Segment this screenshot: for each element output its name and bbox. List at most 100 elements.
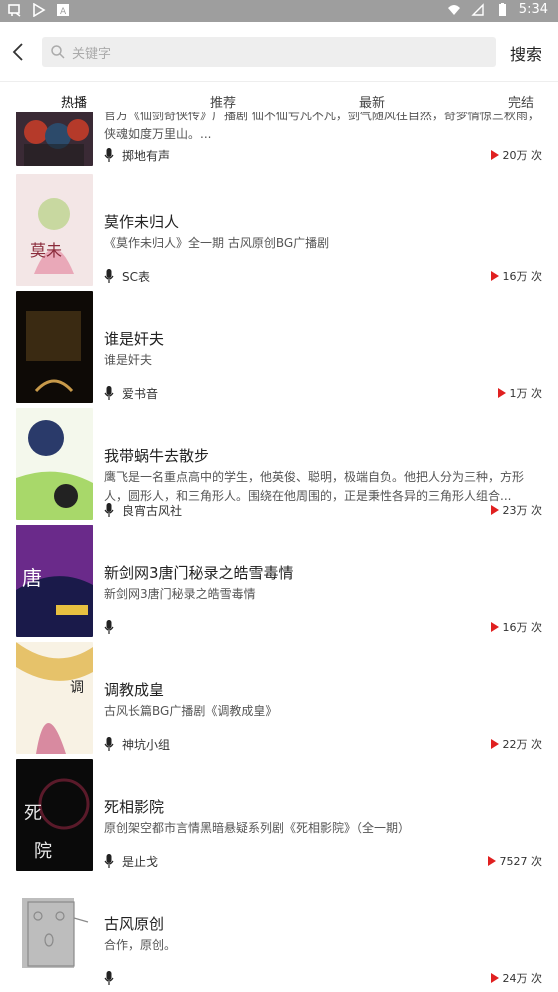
svg-text:A: A — [60, 7, 67, 17]
tab-completed[interactable]: 完结 — [508, 92, 534, 111]
list-item[interactable]: 谁是奸夫 谁是奸夫 爱书音 1万 次 — [0, 291, 558, 408]
play-count-text: 16万 次 — [502, 270, 543, 283]
cover-image: 莫未 — [16, 174, 93, 286]
app-notification-icon — [8, 4, 21, 17]
item-title: 莫作未归人 — [104, 213, 180, 231]
cover-image: 唐 — [16, 525, 93, 637]
svg-text:院: 院 — [34, 841, 52, 862]
item-description: 谁是奸夫 — [104, 353, 153, 367]
microphone-icon — [104, 385, 114, 400]
author-name: 神坑小组 — [122, 737, 171, 752]
play-icon — [487, 856, 496, 866]
author-row — [104, 970, 122, 986]
item-title: 谁是奸夫 — [104, 330, 165, 348]
microphone-icon — [104, 736, 114, 751]
list-item[interactable]: 死 院 死相影院 原创架空都市言情黑暗悬疑系列剧《死相影院》（全一期） 是止戈 … — [0, 759, 558, 876]
author-name: SC表 — [122, 269, 150, 284]
play-icon — [490, 739, 499, 749]
tab-hot[interactable]: 热播 — [61, 92, 87, 111]
cover-image — [16, 888, 93, 992]
play-count: 16万 次 — [490, 268, 543, 284]
microphone-icon — [104, 853, 114, 868]
play-count-text: 20万 次 — [502, 149, 543, 162]
wifi-icon — [447, 4, 460, 15]
list-item[interactable]: 我带蜗牛去散步 鹰飞是一名重点高中的学生，他英俊、聪明，极端自负。他把人分为三种… — [0, 408, 558, 525]
item-title: 新剑网3唐门秘录之皓雪毒情 — [104, 564, 294, 582]
author-name: 掷地有声 — [122, 148, 171, 163]
cover-image — [16, 408, 93, 520]
svg-text:调: 调 — [70, 680, 84, 696]
microphone-icon — [104, 147, 114, 162]
author-row: 是止戈 — [104, 853, 158, 869]
microphone-icon — [104, 502, 114, 517]
play-icon — [490, 150, 499, 160]
item-title: 调教成皇 — [104, 681, 165, 699]
microphone-icon — [104, 268, 114, 283]
cover-image: 死 院 — [16, 759, 93, 871]
play-count-text: 22万 次 — [502, 738, 543, 751]
item-description: 鹰飞是一名重点高中的学生，他英俊、聪明，极端自负。他把人分为三种，方形人，圆形人… — [104, 470, 525, 503]
author-name: 良宵古风社 — [122, 503, 183, 518]
author-row: 良宵古风社 — [104, 502, 182, 518]
search-input[interactable]: 关键字 — [42, 37, 496, 67]
play-icon — [490, 271, 499, 281]
item-description: 《莫作未归人》全一期 古风原创BG广播剧 — [104, 236, 330, 250]
cover-image — [16, 112, 93, 166]
author-row: 爱书音 — [104, 385, 158, 401]
author-row: 神坑小组 — [104, 736, 170, 752]
no-signal-icon — [471, 2, 484, 16]
play-count: 24万 次 — [490, 970, 543, 986]
tab-latest[interactable]: 最新 — [359, 92, 385, 111]
item-description: 合作，原创。 — [104, 938, 177, 952]
item-description: 官方《仙剑奇侠传》广播剧 仙不仙亏凡不凡，剑气随风往自然，奇梦情惊三秋雨，侠魂如… — [104, 112, 540, 141]
font-notification-icon: A — [57, 4, 69, 17]
drama-list: 官方《仙剑奇侠传》广播剧 仙不仙亏凡不凡，剑气随风往自然，奇梦情惊三秋雨，侠魂如… — [0, 112, 558, 992]
category-tabs: 热播 推荐 最新 完结 — [0, 82, 558, 112]
status-time: 5:34 — [518, 2, 548, 17]
item-title: 古风原创 — [104, 915, 165, 933]
item-description: 原创架空都市言情黑暗悬疑系列剧《死相影院》（全一期） — [104, 821, 411, 835]
cover-image: 调 — [16, 642, 93, 754]
list-item[interactable]: 唐 新剑网3唐门秘录之皓雪毒情 新剑网3唐门秘录之皓雪毒情 16万 次 — [0, 525, 558, 642]
search-icon — [51, 45, 65, 59]
play-icon — [490, 973, 499, 983]
author-name: 爱书音 — [122, 386, 159, 401]
svg-text:死: 死 — [24, 803, 42, 824]
item-title: 死相影院 — [104, 798, 165, 816]
svg-text:唐: 唐 — [22, 566, 42, 590]
play-icon — [490, 505, 499, 515]
play-count: 22万 次 — [490, 736, 543, 752]
play-count-text: 1万 次 — [509, 387, 543, 400]
play-count-text: 7527 次 — [499, 855, 543, 868]
back-arrow-icon[interactable] — [8, 38, 32, 66]
play-count: 20万 次 — [490, 147, 543, 163]
list-item[interactable]: 莫未 莫作未归人 《莫作未归人》全一期 古风原创BG广播剧 SC表 16万 次 — [0, 174, 558, 291]
microphone-icon — [104, 619, 114, 634]
author-name: 是止戈 — [122, 854, 159, 869]
tab-recommended[interactable]: 推荐 — [210, 92, 236, 111]
play-count-text: 24万 次 — [502, 972, 543, 985]
list-item[interactable]: 官方《仙剑奇侠传》广播剧 仙不仙亏凡不凡，剑气随风往自然，奇梦情惊三秋雨，侠魂如… — [0, 112, 558, 171]
list-item[interactable]: 调 调教成皇 古风长篇BG广播剧《调教成皇》 神坑小组 22万 次 — [0, 642, 558, 759]
play-count-text: 23万 次 — [502, 504, 543, 517]
play-count: 7527 次 — [487, 853, 543, 869]
cover-image — [16, 291, 93, 403]
author-row — [104, 619, 122, 635]
item-description: 古风长篇BG广播剧《调教成皇》 — [104, 704, 278, 718]
status-bar: A 5:34 — [0, 0, 558, 22]
svg-text:莫未: 莫未 — [30, 241, 62, 260]
search-button[interactable]: 搜索 — [510, 41, 542, 65]
item-title: 我带蜗牛去散步 — [104, 447, 210, 465]
author-row: 掷地有声 — [104, 147, 170, 163]
microphone-icon — [104, 970, 114, 985]
play-store-icon — [33, 3, 46, 17]
list-item[interactable]: 古风原创 合作，原创。 24万 次 — [0, 888, 558, 992]
search-header: 关键字 搜索 — [0, 22, 558, 82]
play-icon — [497, 388, 506, 398]
item-description: 新剑网3唐门秘录之皓雪毒情 — [104, 587, 256, 601]
search-placeholder: 关键字 — [72, 47, 112, 62]
battery-icon — [498, 2, 506, 16]
play-count: 23万 次 — [490, 502, 543, 518]
play-icon — [490, 622, 499, 632]
play-count: 1万 次 — [497, 385, 543, 401]
